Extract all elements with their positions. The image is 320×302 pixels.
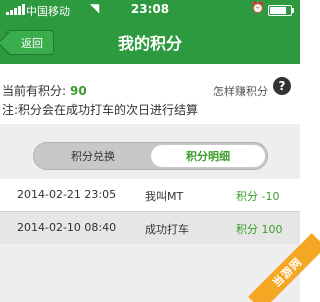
points-tab-switch: 积分兑换 积分明细 [33,142,268,170]
points-info: 当前有积分: 90 怎样赚积分 ? 注:积分会在成功打车的次日进行结算 [0,64,300,124]
record-points: 积分 -10 [236,190,280,203]
battery-tip [292,8,294,13]
list-item: 2014-02-21 23:05 我叫MT 积分 -10 [0,179,300,211]
list-item: 2014-02-10 08:40 成功打车 积分 100 [0,212,300,244]
battery-fill [270,7,286,14]
record-description: 成功打车 [145,223,189,236]
points-summary: 当前有积分: 90 [2,82,87,99]
record-points: 积分 100 [236,223,283,236]
status-bar: 中国移动 ◥ 23:08 ⏰ [0,0,300,20]
how-to-earn-link[interactable]: 怎样赚积分 [213,83,268,99]
battery-icon [268,5,292,16]
tab-points-detail[interactable]: 积分明细 [151,145,265,167]
points-value: 90 [70,84,87,98]
help-icon[interactable]: ? [273,77,291,95]
record-date: 2014-02-21 23:05 [17,188,117,201]
settlement-note: 注:积分会在成功打车的次日进行结算 [2,103,199,117]
record-date: 2014-02-10 08:40 [17,221,117,234]
record-description: 我叫MT [145,190,184,203]
page-title: 我的积分 [117,34,182,53]
back-button-label: 返回 [21,36,43,50]
tab-points-exchange[interactable]: 积分兑换 [36,145,150,167]
points-label: 当前有积分: [2,84,67,98]
alarm-icon: ⏰ [251,1,265,14]
